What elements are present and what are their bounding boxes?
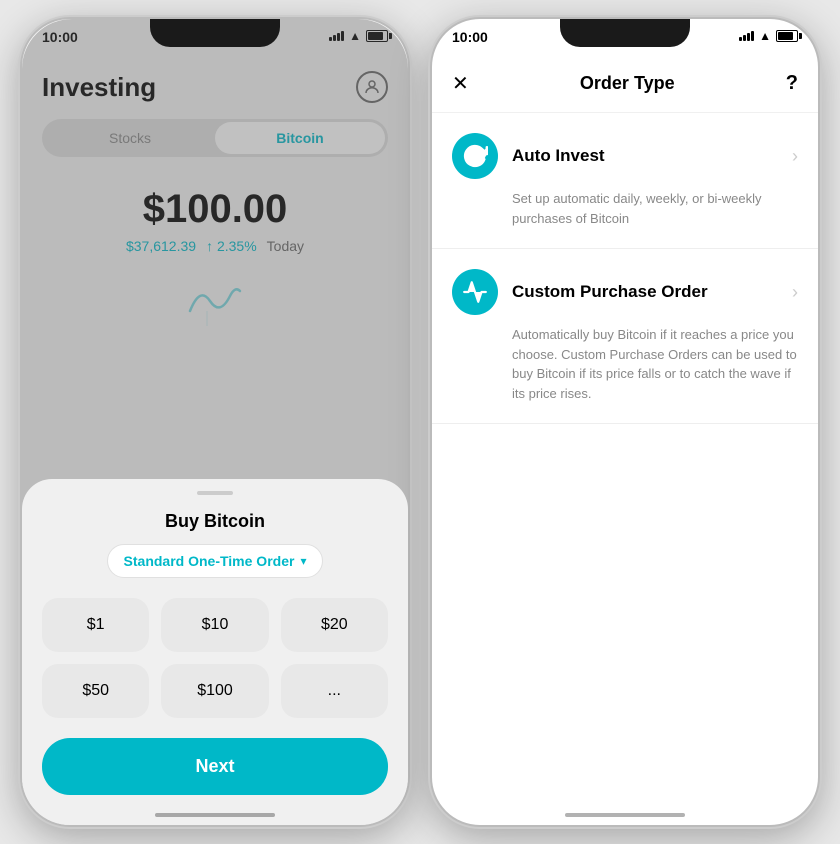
- chevron-down-icon: ▾: [300, 554, 306, 568]
- signal-icon-2: [739, 31, 754, 41]
- custom-order-option[interactable]: Custom Purchase Order › Automatically bu…: [432, 249, 818, 424]
- sheet-title: Buy Bitcoin: [42, 511, 388, 532]
- wifi-icon-2: ▲: [759, 29, 771, 43]
- custom-order-label: Custom Purchase Order: [512, 282, 708, 302]
- phones-container: 10:00 ▲ Investing: [20, 17, 820, 827]
- auto-invest-desc: Set up automatic daily, weekly, or bi-we…: [452, 189, 798, 228]
- close-button[interactable]: ✕: [452, 71, 469, 96]
- custom-order-desc: Automatically buy Bitcoin if it reaches …: [452, 325, 798, 403]
- sheet-handle: [197, 491, 233, 495]
- order-type-label: Standard One-Time Order: [124, 553, 295, 569]
- amount-10-button[interactable]: $10: [161, 598, 268, 652]
- amount-1-button[interactable]: $1: [42, 598, 149, 652]
- custom-order-chevron: ›: [792, 282, 798, 303]
- order-type-header: ✕ Order Type ?: [432, 63, 818, 113]
- auto-invest-label: Auto Invest: [512, 146, 605, 166]
- home-indicator-1: [155, 813, 275, 817]
- custom-order-left: Custom Purchase Order: [452, 269, 708, 315]
- header-title: Order Type: [580, 73, 675, 94]
- amount-50-button[interactable]: $50: [42, 664, 149, 718]
- status-icons-2: ▲: [739, 29, 798, 43]
- custom-order-icon: [452, 269, 498, 315]
- auto-invest-icon: [452, 133, 498, 179]
- time-2: 10:00: [452, 29, 488, 45]
- amount-more-button[interactable]: ...: [281, 664, 388, 718]
- auto-invest-chevron: ›: [792, 146, 798, 167]
- auto-invest-option[interactable]: Auto Invest › Set up automatic daily, we…: [432, 113, 818, 249]
- battery-icon-2: [776, 30, 798, 42]
- auto-invest-row: Auto Invest ›: [452, 133, 798, 179]
- phone-2: 10:00 ▲ ✕ Order Type ?: [430, 17, 820, 827]
- order-type-button[interactable]: Standard One-Time Order ▾: [107, 544, 324, 578]
- amount-100-button[interactable]: $100: [161, 664, 268, 718]
- next-button[interactable]: Next: [42, 738, 388, 795]
- home-indicator-2: [565, 813, 685, 817]
- amount-grid: $1 $10 $20 $50 $100 ...: [42, 598, 388, 718]
- status-bar-2: 10:00 ▲: [432, 19, 818, 63]
- auto-invest-left: Auto Invest: [452, 133, 605, 179]
- amount-20-button[interactable]: $20: [281, 598, 388, 652]
- phone-1: 10:00 ▲ Investing: [20, 17, 410, 827]
- custom-order-row: Custom Purchase Order ›: [452, 269, 798, 315]
- bottom-sheet: Buy Bitcoin Standard One-Time Order ▾ $1…: [22, 479, 408, 825]
- help-button[interactable]: ?: [786, 72, 798, 95]
